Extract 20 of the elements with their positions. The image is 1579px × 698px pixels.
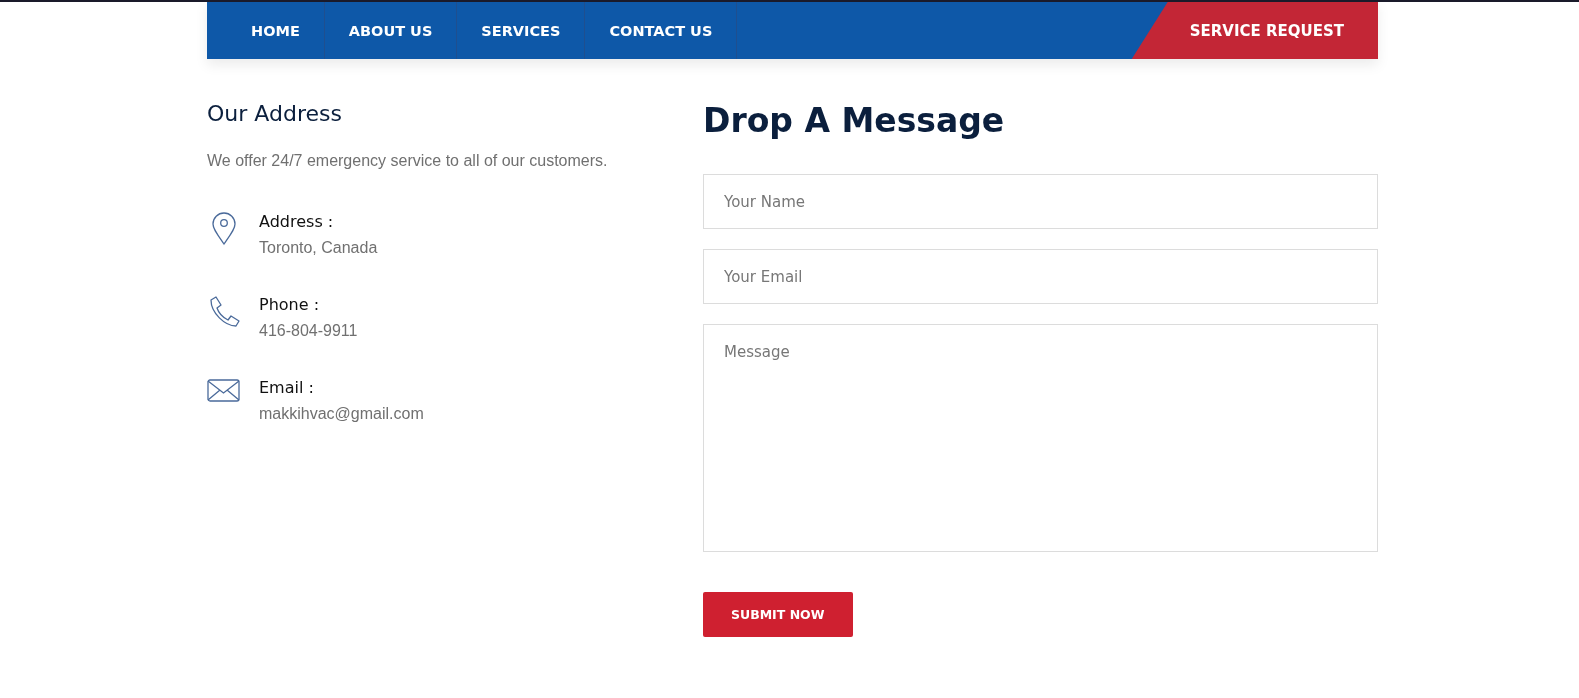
contact-value: Toronto, Canada [259,239,378,257]
contact-value: 416-804-9911 [259,322,358,340]
name-field[interactable]: Your Name [703,174,1378,229]
nav-link[interactable]: HOME [227,2,325,59]
section-title: Our Address [207,101,343,126]
message-field[interactable]: Message [703,324,1378,552]
service-request-button[interactable]: SERVICE REQUEST [1131,2,1378,59]
nav-link[interactable]: CONTACT US [585,2,738,59]
form-title: Drop A Message [703,101,1005,140]
nav-link[interactable]: SERVICES [457,2,586,59]
intro-text: We offer 24/7 emergency service to all of our customers. [207,152,609,170]
envelope-icon [207,378,241,404]
contact-label: Email : [259,378,315,397]
email-field[interactable]: Your Email [703,249,1378,304]
contact-value: makkihvac@gmail.com [259,405,424,423]
submit-button[interactable]: SUBMIT NOW [703,592,853,637]
contact-label: Phone : [259,295,321,314]
contact-label: Address : [259,212,335,231]
nav-link[interactable]: ABOUT US [324,2,458,59]
phone-icon [207,295,241,329]
